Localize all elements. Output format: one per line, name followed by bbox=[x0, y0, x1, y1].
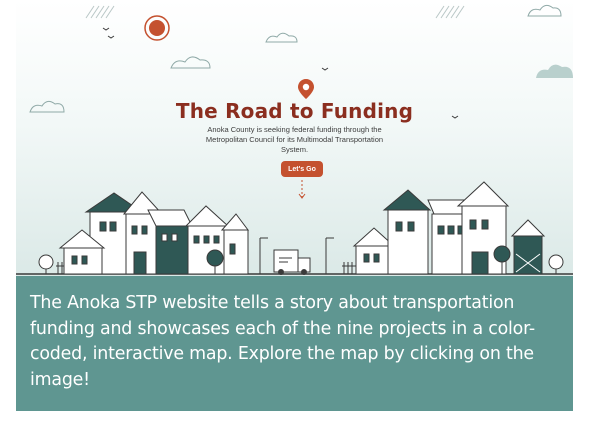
hero-title: The Road to Funding bbox=[175, 99, 414, 123]
arrow-down-icon bbox=[298, 180, 306, 199]
house-icon bbox=[184, 205, 230, 275]
tree-icon bbox=[548, 254, 564, 274]
house-icon bbox=[220, 213, 249, 275]
sky-hatch-decoration bbox=[85, 5, 465, 19]
house-icon bbox=[510, 219, 546, 275]
left-houses bbox=[38, 191, 334, 275]
image-card[interactable]: The Road to Funding Anoka County is seek… bbox=[16, 0, 573, 411]
streetlight-icon bbox=[325, 237, 334, 274]
streetlight-icon bbox=[259, 237, 268, 274]
cloud-icon-filled bbox=[536, 64, 573, 78]
house-icon bbox=[382, 189, 432, 275]
location-pin-icon bbox=[298, 79, 314, 99]
hero-banner-image-link[interactable]: The Road to Funding Anoka County is seek… bbox=[16, 0, 573, 276]
tree-icon bbox=[38, 254, 54, 274]
delivery-truck-icon bbox=[273, 249, 311, 275]
hero-description: Anoka County is seeking federal funding … bbox=[205, 125, 384, 154]
right-houses bbox=[342, 181, 564, 275]
sun-icon bbox=[144, 15, 170, 41]
lets-go-button[interactable]: Let's Go bbox=[281, 161, 323, 177]
cloud-icon bbox=[29, 4, 562, 113]
caption-panel: The Anoka STP website tells a story abou… bbox=[16, 276, 573, 411]
caption-text: The Anoka STP website tells a story abou… bbox=[30, 293, 536, 390]
